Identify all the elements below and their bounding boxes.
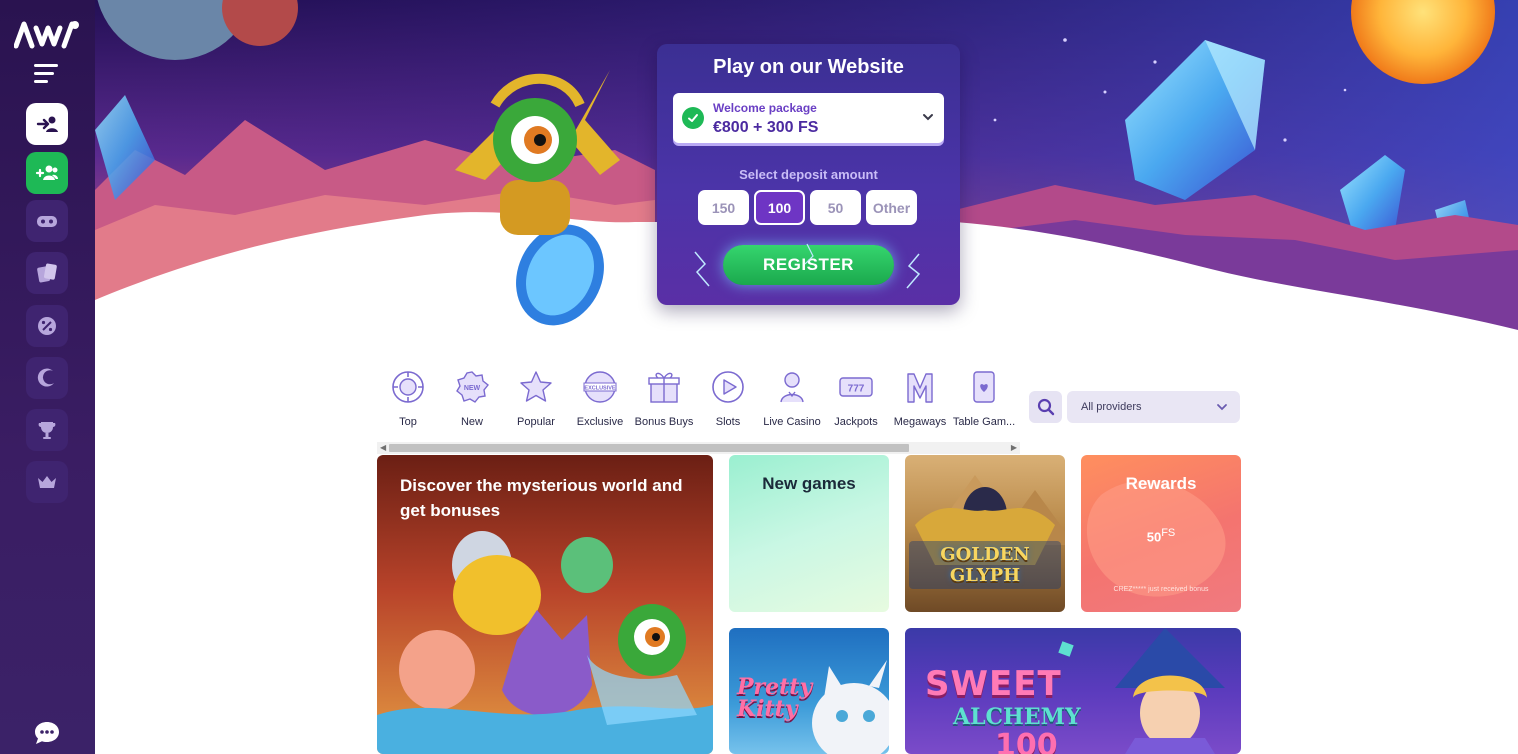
category-label: Popular <box>517 416 555 428</box>
vip-button[interactable] <box>26 461 68 503</box>
category-megaways[interactable]: Megaways <box>888 368 952 428</box>
new-badge-icon: NEW <box>456 371 489 403</box>
scroll-left-arrow-icon[interactable]: ◀ <box>380 443 386 452</box>
category-label: Table Gam... <box>952 416 1016 428</box>
scroll-right-arrow-icon[interactable]: ▶ <box>1011 443 1017 452</box>
search-button[interactable] <box>1029 391 1062 423</box>
pretty-kitty-game-tile[interactable]: Pretty Kitty <box>729 628 889 754</box>
chip-icon <box>392 371 424 403</box>
category-jackpots[interactable]: 777 Jackpots <box>824 368 888 428</box>
register-button[interactable]: REGISTER <box>723 245 894 285</box>
provider-dropdown[interactable]: All providers <box>1067 391 1240 423</box>
checkmark-icon <box>682 107 704 129</box>
provider-value: All providers <box>1081 401 1142 413</box>
star-icon <box>520 371 552 402</box>
amount-option-100[interactable]: 100 <box>754 190 805 225</box>
casino-page: Play on our Website Welcome package €800… <box>0 0 1518 754</box>
tournaments-button[interactable] <box>26 409 68 451</box>
category-scrollbar[interactable]: ◀ ▶ <box>377 442 1020 454</box>
chevron-down-icon <box>923 114 933 121</box>
package-value: €800 + 300 FS <box>713 119 819 136</box>
package-label: Welcome package <box>713 101 817 115</box>
sweet-alchemy-game-tile[interactable]: SWEET ALCHEMY 100 <box>905 628 1241 754</box>
sweet-alchemy-logo-line1: SWEET <box>925 664 1062 704</box>
games-button[interactable] <box>26 200 68 242</box>
new-games-tile[interactable]: New games <box>729 455 889 612</box>
casino-logo-icon[interactable] <box>14 18 80 50</box>
signup-button[interactable] <box>26 152 68 194</box>
category-label: Exclusive <box>576 416 624 428</box>
rewards-amount-unit: FS <box>1161 527 1176 539</box>
category-label: Megaways <box>893 416 947 428</box>
registration-panel: Play on our Website Welcome package €800… <box>657 44 960 305</box>
hamburger-menu-icon[interactable] <box>34 64 60 86</box>
rewards-amount-value: 50 <box>1146 529 1162 545</box>
rewards-note: CREZ***** just received bonus <box>1113 586 1209 593</box>
discover-promo-tile[interactable]: Discover the mysterious world and get bo… <box>377 455 713 754</box>
gamepad-icon <box>37 216 57 227</box>
rewards-amount: 50FS <box>1081 527 1241 544</box>
moon-button[interactable] <box>26 357 68 399</box>
sidebar <box>0 0 95 754</box>
svg-text:NEW: NEW <box>464 385 481 392</box>
new-games-title: New games <box>762 474 856 493</box>
promotions-button[interactable] <box>26 305 68 347</box>
chat-bubble-icon[interactable] <box>33 720 61 746</box>
chevron-down-icon <box>1217 404 1227 411</box>
pretty-kitty-logo-line2: Kitty <box>737 696 798 722</box>
exclusive-badge-icon: EXCLUSIVE <box>583 371 617 403</box>
login-arrow-icon <box>36 116 58 132</box>
svg-text:777: 777 <box>848 384 865 395</box>
jackpot-777-icon: 777 <box>839 377 873 397</box>
category-live-casino[interactable]: Live Casino <box>760 368 824 428</box>
login-button[interactable] <box>26 103 68 145</box>
pretty-kitty-logo: Pretty Kitty <box>737 676 812 720</box>
svg-text:EXCLUSIVE: EXCLUSIVE <box>584 386 616 392</box>
category-label: Live Casino <box>763 416 821 428</box>
golden-glyph-game-tile[interactable]: GOLDEN GLYPH <box>905 455 1065 612</box>
cards-icon <box>37 263 57 283</box>
category-popular[interactable]: Popular <box>504 368 568 428</box>
category-label: Top <box>399 416 417 428</box>
category-label: Jackpots <box>834 416 878 428</box>
amount-option-150[interactable]: 150 <box>698 190 749 225</box>
live-casino-button[interactable] <box>26 252 68 294</box>
scrollbar-thumb[interactable] <box>389 444 909 452</box>
category-top[interactable]: Top <box>376 368 440 428</box>
category-label: Slots <box>715 416 741 428</box>
welcome-package-select[interactable]: Welcome package €800 + 300 FS <box>673 93 944 143</box>
gift-icon <box>648 372 680 403</box>
deposit-amount-label: Select deposit amount <box>739 167 878 182</box>
hero-banner: Play on our Website Welcome package €800… <box>95 0 1518 345</box>
category-exclusive[interactable]: EXCLUSIVE Exclusive <box>568 368 632 428</box>
megaways-icon <box>907 373 933 403</box>
crown-icon <box>38 476 56 488</box>
percent-badge-icon <box>38 317 56 335</box>
panel-title: Play on our Website <box>713 56 904 78</box>
category-new[interactable]: NEW New <box>440 368 504 428</box>
moon-icon <box>37 368 54 387</box>
sweet-alchemy-logo-line3: 100 <box>995 728 1058 754</box>
search-icon <box>1037 398 1054 416</box>
amount-option-50[interactable]: 50 <box>810 190 861 225</box>
add-user-icon <box>35 165 58 180</box>
category-slots[interactable]: Slots <box>696 368 760 428</box>
rewards-title: Rewards <box>1125 474 1197 493</box>
category-bonus-buys[interactable]: Bonus Buys <box>632 368 696 428</box>
golden-glyph-logo: GOLDEN GLYPH <box>909 541 1061 589</box>
sweet-alchemy-logo-line2: ALCHEMY <box>953 704 1081 730</box>
amount-option-other[interactable]: Other <box>866 190 917 225</box>
play-icon <box>712 371 744 403</box>
category-label: Bonus Buys <box>634 416 694 428</box>
table-card-icon <box>973 371 995 403</box>
rewards-tile[interactable]: Rewards 50FS CREZ***** just received bon… <box>1081 455 1241 612</box>
category-table-games[interactable]: Table Gam... <box>952 368 1016 428</box>
category-label: New <box>460 416 483 428</box>
monster-characters-illustration <box>377 531 713 754</box>
dealer-icon <box>780 372 804 403</box>
trophy-icon <box>38 422 56 439</box>
